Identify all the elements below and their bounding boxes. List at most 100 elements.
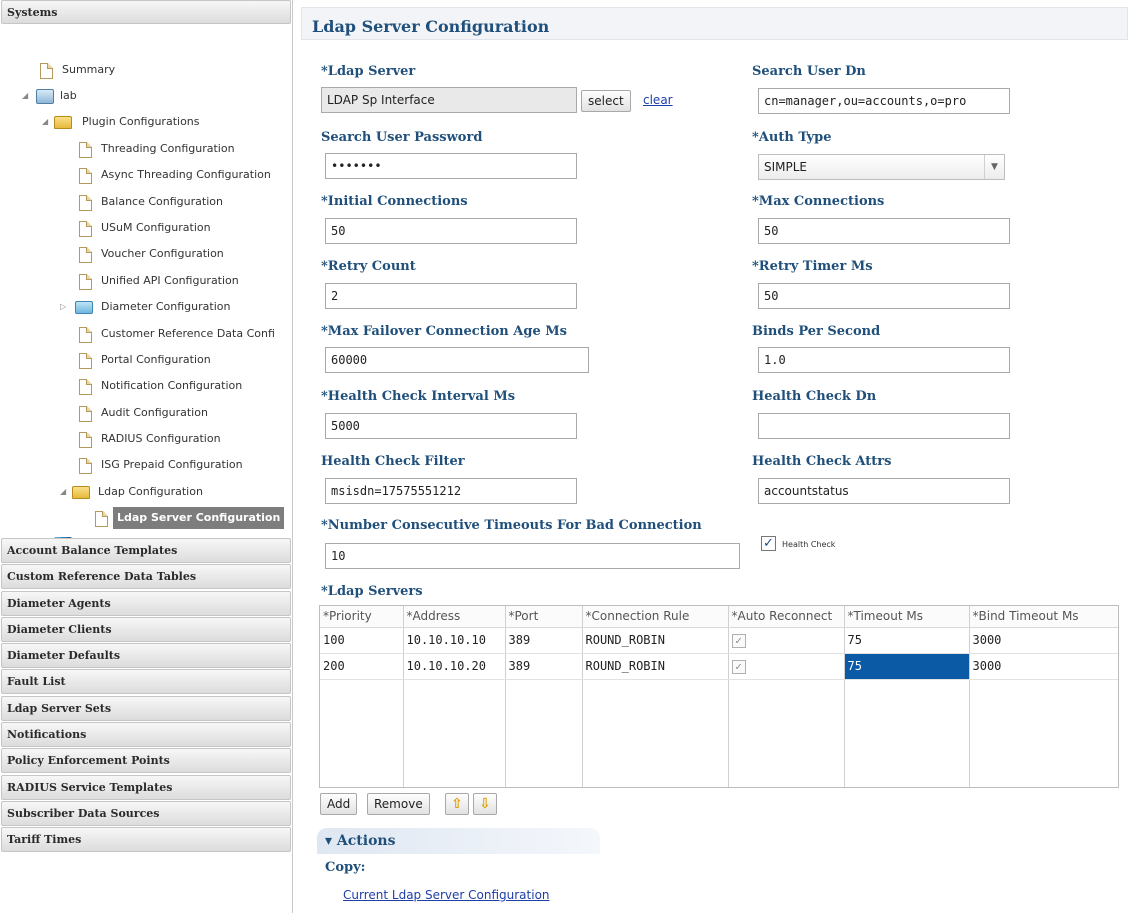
select-button[interactable]: select [581, 90, 631, 112]
auth-type-label: *Auth Type [752, 130, 832, 145]
health-check-checkbox-label: Health Check [782, 540, 836, 549]
current-ldap-server-configuration-link[interactable]: Current Ldap Server Configuration [343, 888, 550, 902]
max-failover-label: *Max Failover Connection Age Ms [321, 324, 567, 339]
consecutive-timeouts-input[interactable] [325, 543, 740, 569]
max-connections-input[interactable] [758, 218, 1010, 244]
table-row[interactable]: 100 10.10.10.10 389 ROUND_ROBIN ✓ 75 300… [320, 627, 1118, 654]
expand-arrow-icon[interactable]: ▷ [60, 296, 70, 318]
accordion-header-tariff-times[interactable]: Tariff Times [1, 827, 291, 853]
table-row[interactable]: 200 10.10.10.20 389 ROUND_ROBIN ✓ 75 300… [320, 653, 1118, 680]
health-check-attrs-input[interactable] [758, 478, 1010, 504]
health-check-checkbox[interactable]: ✓ [761, 536, 776, 551]
cell-auto-reconnect[interactable]: ✓ [728, 653, 845, 680]
search-user-dn-label: Search User Dn [752, 64, 866, 79]
doc-icon [79, 458, 92, 474]
main-panel: Ldap Server Configuration *Ldap Server s… [301, 0, 1132, 913]
auth-type-select[interactable]: SIMPLE ▼ [758, 154, 1005, 180]
accordion-header-account-balance-templates[interactable]: Account Balance Templates [1, 538, 291, 563]
folder-icon [75, 301, 93, 314]
table-header-row: *Priority *Address *Port *Connection Rul… [320, 606, 1118, 628]
max-failover-input[interactable] [325, 347, 589, 373]
initial-connections-label: *Initial Connections [321, 194, 468, 209]
consecutive-timeouts-label: *Number Consecutive Timeouts For Bad Con… [321, 518, 702, 533]
accordion-header-ldap-server-sets[interactable]: Ldap Server Sets [1, 695, 291, 721]
accordion-header-fault-list[interactable]: Fault List [1, 669, 291, 695]
column-header-port[interactable]: *Port [505, 606, 583, 628]
cell-port[interactable]: 389 [505, 653, 583, 680]
column-header-address[interactable]: *Address [403, 606, 506, 628]
cell-timeout-ms-selected[interactable]: 75 [844, 653, 970, 680]
doc-icon [40, 63, 53, 79]
accordion-header-subscriber-data-sources[interactable]: Subscriber Data Sources [1, 800, 291, 826]
copy-label: Copy: [325, 860, 366, 875]
doc-icon [79, 406, 92, 422]
initial-connections-input[interactable] [325, 218, 577, 244]
cell-port[interactable]: 389 [505, 627, 583, 654]
accordion-header-diameter-agents[interactable]: Diameter Agents [1, 590, 291, 616]
accordion-header-policy-enforcement-points[interactable]: Policy Enforcement Points [1, 748, 291, 774]
ldap-server-label: *Ldap Server [321, 64, 416, 79]
cell-auto-reconnect[interactable]: ✓ [728, 627, 845, 654]
doc-icon [79, 168, 92, 184]
accordion-header-radius-service-templates[interactable]: RADIUS Service Templates [1, 774, 291, 800]
doc-icon [95, 511, 108, 527]
health-check-filter-input[interactable] [325, 478, 577, 504]
accordion-header-systems[interactable]: Systems [1, 0, 291, 24]
clear-link[interactable]: clear [643, 93, 673, 107]
retry-timer-ms-label: *Retry Timer Ms [752, 259, 873, 274]
cell-bind-timeout-ms[interactable]: 3000 [969, 653, 1118, 680]
column-header-timeout-ms[interactable]: *Timeout Ms [844, 606, 970, 628]
auto-reconnect-checkbox[interactable]: ✓ [731, 659, 746, 674]
search-user-password-input[interactable] [325, 153, 577, 179]
health-check-interval-label: *Health Check Interval Ms [321, 389, 516, 404]
cell-bind-timeout-ms[interactable]: 3000 [969, 627, 1118, 654]
accordion-header-custom-reference-data-tables[interactable]: Custom Reference Data Tables [1, 564, 291, 590]
system-tree: Summary ◢ lab ◢ Plugin Configurations Th… [0, 24, 292, 552]
binds-per-second-label: Binds Per Second [752, 324, 881, 339]
accordion-header-notifications[interactable]: Notifications [1, 722, 291, 748]
auto-reconnect-checkbox[interactable]: ✓ [731, 633, 746, 648]
doc-icon [79, 432, 92, 448]
remove-button[interactable]: Remove [367, 793, 430, 815]
cell-connection-rule[interactable]: ROUND_ROBIN [582, 627, 729, 654]
move-down-button[interactable]: ⇩ [473, 793, 497, 815]
accordion-header-diameter-defaults[interactable]: Diameter Defaults [1, 643, 291, 669]
max-connections-label: *Max Connections [752, 194, 885, 209]
table-empty-area [320, 679, 1118, 787]
collapse-arrow-icon[interactable]: ◢ [42, 111, 52, 133]
health-check-attrs-label: Health Check Attrs [752, 454, 892, 469]
cell-timeout-ms[interactable]: 75 [844, 627, 970, 654]
health-check-dn-input[interactable] [758, 413, 1010, 439]
cell-priority[interactable]: 100 [320, 627, 404, 654]
chevron-down-icon: ▼ [984, 155, 1004, 179]
auth-type-selected-value: SIMPLE [764, 160, 808, 174]
doc-icon [79, 195, 92, 211]
column-header-connection-rule[interactable]: *Connection Rule [582, 606, 729, 628]
retry-count-input[interactable] [325, 283, 577, 309]
doc-icon [79, 247, 92, 263]
actions-panel-header[interactable]: ▾ Actions [317, 828, 600, 854]
column-header-auto-reconnect[interactable]: *Auto Reconnect [728, 606, 845, 628]
collapse-arrow-icon[interactable]: ◢ [60, 481, 70, 503]
cell-connection-rule[interactable]: ROUND_ROBIN [582, 653, 729, 680]
navigation-sidebar: Systems Summary ◢ lab ◢ Plugin Configura… [0, 0, 293, 913]
column-header-bind-timeout-ms[interactable]: *Bind Timeout Ms [969, 606, 1118, 628]
search-user-dn-input[interactable] [758, 88, 1010, 114]
move-up-button[interactable]: ⇧ [445, 793, 469, 815]
cell-address[interactable]: 10.10.10.20 [403, 653, 506, 680]
cell-address[interactable]: 10.10.10.10 [403, 627, 506, 654]
accordion-header-diameter-clients[interactable]: Diameter Clients [1, 616, 291, 642]
doc-icon [79, 142, 92, 158]
ldap-server-input[interactable] [321, 87, 577, 113]
page-title: Ldap Server Configuration [301, 7, 1128, 40]
cell-priority[interactable]: 200 [320, 653, 404, 680]
collapse-arrow-icon[interactable]: ◢ [22, 85, 32, 107]
column-header-priority[interactable]: *Priority [320, 606, 404, 628]
health-check-interval-input[interactable] [325, 413, 577, 439]
add-button[interactable]: Add [320, 793, 358, 815]
retry-timer-ms-input[interactable] [758, 283, 1010, 309]
folder-open-icon [72, 486, 90, 499]
doc-icon [79, 327, 92, 343]
binds-per-second-input[interactable] [758, 347, 1010, 373]
retry-count-label: *Retry Count [321, 259, 416, 274]
